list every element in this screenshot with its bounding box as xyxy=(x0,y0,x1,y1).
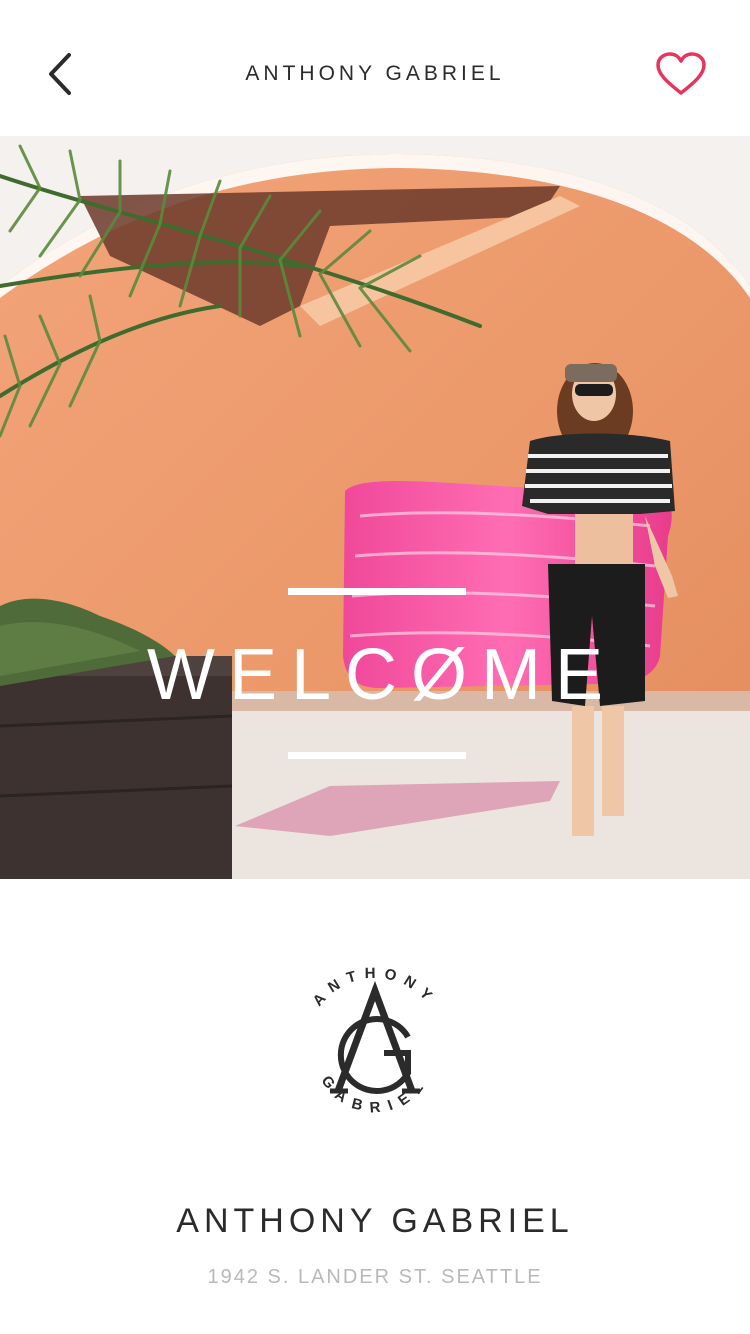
welcome-overlay: WELCØME xyxy=(0,588,750,766)
brand-address: 1942 S. LANDER ST. SEATTLE xyxy=(207,1266,543,1288)
welcome-headline: WELCØME xyxy=(146,635,618,715)
hero-image: WELCØME xyxy=(0,136,750,879)
nav-bar: ANTHONY GABRIEL xyxy=(0,0,750,136)
welcome-divider-top xyxy=(288,588,466,595)
brand-name: ANTHONY GABRIEL xyxy=(176,1202,574,1240)
favorite-button[interactable] xyxy=(652,48,710,100)
heart-outline-icon xyxy=(656,52,706,95)
svg-text:GABRIEL: GABRIEL xyxy=(318,1073,433,1117)
hero-photo xyxy=(0,136,750,879)
page-title: ANTHONY GABRIEL xyxy=(245,62,505,85)
anthony-gabriel-monogram-logo: ANTHONY GABRIEL xyxy=(309,965,433,1117)
app-screen: ANTHONY GABRIEL WELCØME ANTHONY GABRIEL … xyxy=(0,0,750,1334)
brand-logo: ANTHONY GABRIEL xyxy=(280,945,470,1145)
welcome-divider-bottom xyxy=(288,752,466,759)
